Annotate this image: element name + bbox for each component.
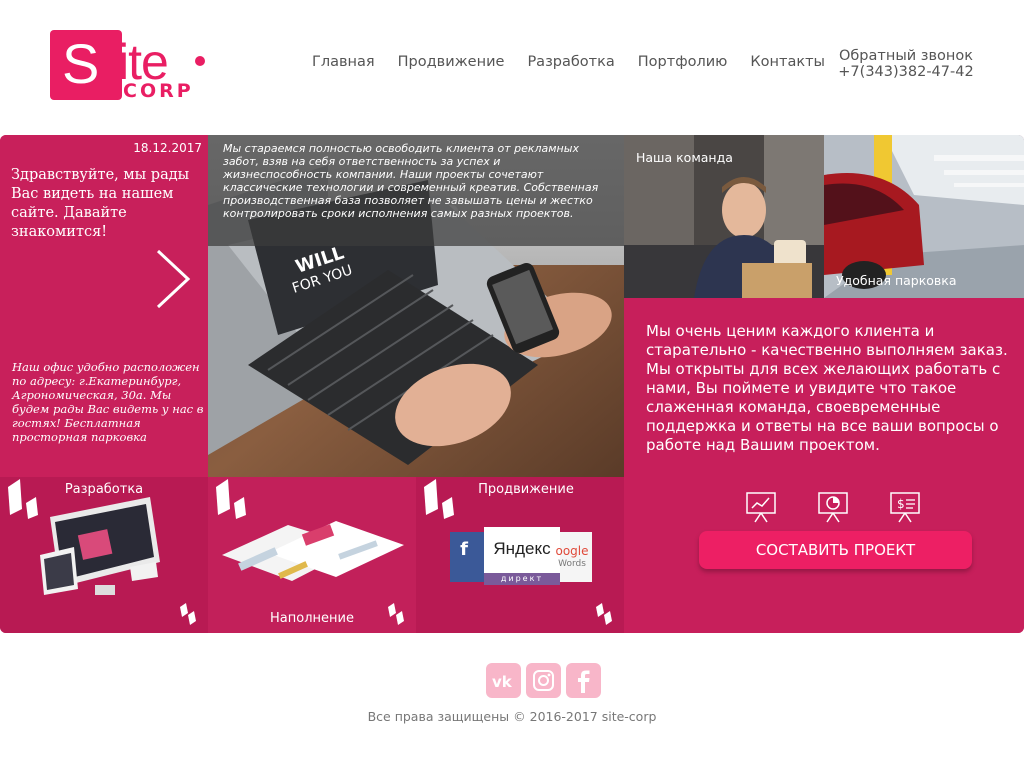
presentation-dollar-icon: $	[890, 492, 920, 523]
next-arrow-icon[interactable]	[150, 247, 196, 311]
nav-promotion[interactable]: Продвижение	[398, 54, 505, 70]
nav-portfolio[interactable]: Портфолию	[638, 54, 728, 70]
parking-caption: Удобная парковка	[836, 273, 957, 288]
tile-promotion[interactable]: Продвижение f Яндекс директ oogle Words	[416, 477, 624, 633]
tile-content-title: Наполнение	[270, 611, 354, 626]
google-badge: oogle	[555, 544, 589, 558]
nav-home[interactable]: Главная	[312, 54, 375, 70]
presentation-chart-icon	[746, 492, 776, 523]
values-text: Мы очень ценим каждого клиента и старате…	[646, 322, 1008, 454]
team-tile[interactable]: Наша команда	[624, 135, 824, 298]
presentation-pie-icon	[818, 492, 848, 523]
instagram-icon[interactable]	[526, 663, 561, 698]
logo-text-corp: CORP	[123, 80, 194, 102]
facebook-glyph	[578, 670, 590, 693]
vk-icon[interactable]: vk	[486, 663, 521, 698]
tile-content[interactable]: Наполнение	[208, 477, 416, 633]
presentation-icons: $	[744, 490, 922, 524]
date-label: 18.12.2017	[133, 141, 202, 155]
greeting-panel: 18.12.2017 Здравствуйте, мы рады Вас вид…	[0, 135, 208, 477]
vk-glyph: vk	[492, 673, 513, 691]
callback-label[interactable]: Обратный звонок	[826, 48, 986, 64]
yandex-direct-label: директ	[500, 574, 544, 583]
tile-development[interactable]: Разработка	[0, 477, 208, 633]
parking-tile[interactable]: Удобная парковка	[824, 135, 1024, 298]
facebook-badge: f	[460, 539, 468, 560]
about-text: Мы стараемся полностью освободить клиент…	[223, 142, 599, 220]
social-links: vk	[486, 663, 601, 698]
tile-development-title: Разработка	[64, 482, 144, 497]
instagram-glyph	[533, 670, 554, 691]
development-illustration	[8, 479, 196, 625]
yandex-badge: Яндекс	[493, 539, 551, 558]
nav-development[interactable]: Разработка	[527, 54, 614, 70]
office-text: Наш офис удобно расположен по адресу: г.…	[12, 360, 204, 444]
greeting-text: Здравствуйте, мы рады Вас видеть на наше…	[11, 167, 190, 240]
svg-text:vk: vk	[492, 673, 513, 691]
make-project-button[interactable]: СОСТАВИТЬ ПРОЕКТ	[699, 531, 972, 569]
main-nav: Главная Продвижение Разработка Портфолию…	[312, 54, 825, 70]
svg-text:$: $	[897, 497, 905, 511]
callback-block[interactable]: Обратный звонок +7(343)382-47-42	[826, 48, 986, 80]
main-grid: 18.12.2017 Здравствуйте, мы рады Вас вид…	[0, 135, 1024, 633]
callback-phone[interactable]: +7(343)382-47-42	[826, 64, 986, 80]
tile-promotion-title: Продвижение	[478, 482, 574, 497]
values-panel: Мы очень ценим каждого клиента и старате…	[624, 298, 1024, 633]
adwords-label: Words	[558, 559, 586, 569]
nav-contacts[interactable]: Контакты	[750, 54, 825, 70]
logo-dot	[195, 56, 205, 66]
laptop-photo: WILL FOR YOU Мы стараемся полностью осво…	[208, 135, 624, 477]
logo-letter-s: S	[62, 32, 100, 95]
site-logo[interactable]: S ite CORP	[50, 30, 220, 102]
copyright: Все права защищены © 2016-2017 site-corp	[367, 709, 657, 724]
facebook-icon[interactable]	[566, 663, 601, 698]
content-illustration	[216, 479, 404, 625]
team-caption: Наша команда	[636, 150, 733, 165]
